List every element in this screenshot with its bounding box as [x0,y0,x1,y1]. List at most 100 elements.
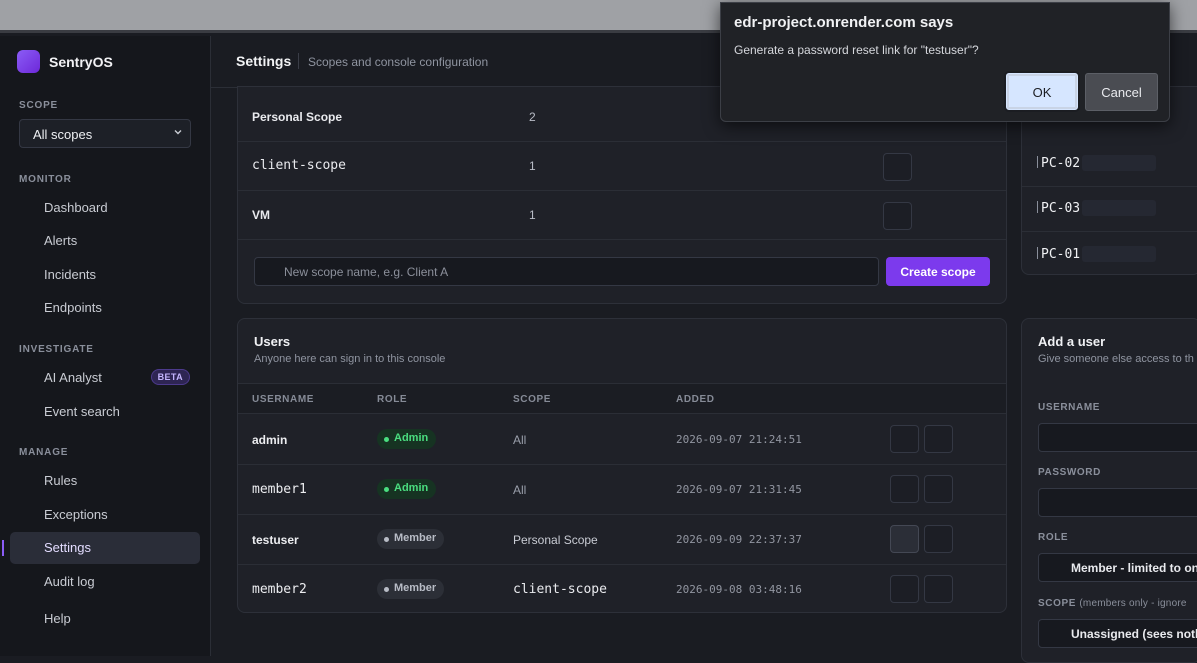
username-cell: testuser [252,533,299,547]
cancel-button[interactable]: Cancel [1085,73,1158,111]
host-detail [1082,200,1156,216]
scope-select[interactable]: All scopes [19,119,191,148]
row-marker [1037,201,1038,213]
col-username: USERNAME [252,394,315,405]
table-row: member2 Member client-scope 2026-09-08 0… [238,565,1006,612]
role-badge: Admin [377,429,437,449]
scope-cell: Personal Scope [513,533,598,547]
scope-name: Personal Scope [252,110,343,124]
username-label: USERNAME [1038,402,1101,413]
host-detail [1082,246,1156,262]
role-badge: Member [377,529,445,549]
scope-row: client-scope 1 [238,142,1006,191]
role-badge: Admin [377,479,437,499]
sidebar-item-help[interactable]: Help [10,603,200,635]
scope-count: 2 [529,110,536,124]
scope-count: 1 [529,208,536,222]
username-cell: member1 [252,482,307,497]
added-cell: 2026-09-07 21:24:51 [676,433,802,446]
added-cell: 2026-09-07 21:31:45 [676,483,802,496]
delete-user-button[interactable] [924,575,953,603]
delete-scope-button[interactable] [883,153,912,181]
added-cell: 2026-09-09 22:37:37 [676,533,802,546]
dialog-message: Generate a password reset link for "test… [734,43,979,57]
logo-icon [17,50,40,73]
col-scope: SCOPE [513,394,552,405]
sidebar-item-endpoints[interactable]: Endpoints [10,292,200,324]
col-added: ADDED [676,394,715,405]
password-field[interactable] [1038,488,1197,517]
ok-button[interactable]: OK [1004,71,1080,112]
users-table-header: USERNAME ROLE SCOPE ADDED [238,383,1006,414]
add-user-card: Add a user Give someone else access to t… [1021,318,1197,663]
dialog-title: edr-project.onrender.com says [734,14,954,31]
delete-user-button[interactable] [924,475,953,503]
scope-count: 1 [529,159,536,173]
reset-password-button[interactable] [890,425,919,453]
sidebar-item-settings[interactable]: Settings [2,532,200,564]
users-card: Users Anyone here can sign in to this co… [237,318,1007,613]
scope-select-value: All scopes [33,127,93,142]
password-label: PASSWORD [1038,467,1101,478]
scope-field-hint: (members only - ignore [1079,598,1187,609]
reset-password-button[interactable] [890,475,919,503]
scope-cell: All [513,433,527,447]
scope-row: VM 1 [238,191,1006,240]
scope-name: VM [252,208,270,222]
row-marker [1037,156,1038,168]
sidebar-item-dashboard[interactable]: Dashboard [10,192,200,224]
scope-field-label-text: SCOPE [1038,598,1077,609]
role-badge: Member [377,579,445,599]
scope-select-field[interactable]: Unassigned (sees noth [1038,619,1197,648]
section-monitor: MONITOR [19,174,72,185]
added-cell: 2026-09-08 03:48:16 [676,583,802,596]
scope-name: client-scope [252,158,346,173]
users-subtitle: Anyone here can sign in to this console [254,353,446,365]
scope-cell: All [513,483,527,497]
chevron-down-icon [174,130,182,135]
sidebar-item-alerts[interactable]: Alerts [10,225,200,257]
reset-password-button[interactable] [890,575,919,603]
header-divider [298,53,299,69]
sidebar-item-label: AI Analyst [44,370,102,385]
beta-badge: BETA [150,369,190,385]
app-name: SentryOS [49,53,113,70]
reset-password-button[interactable] [890,525,919,553]
create-scope-button[interactable]: Create scope [886,257,990,286]
add-user-title: Add a user [1038,334,1106,349]
section-investigate: INVESTIGATE [19,344,94,355]
row-marker [1037,247,1038,259]
sidebar-item-rules[interactable]: Rules [10,465,200,497]
delete-user-button[interactable] [924,425,953,453]
host-name: PC-01 [1041,247,1081,262]
page-subtitle: Scopes and console configuration [308,55,489,69]
add-user-subtitle: Give someone else access to th [1038,353,1194,365]
username-field[interactable] [1038,423,1197,452]
sidebar: SentryOS SCOPE All scopes MONITOR Dashbo… [0,36,211,656]
users-title: Users [254,334,291,349]
host-name: PC-02 [1041,156,1081,171]
sidebar-item-incidents[interactable]: Incidents [10,259,200,291]
scope-label: SCOPE [19,100,59,111]
new-scope-input[interactable]: New scope name, e.g. Client A [254,257,879,286]
host-detail [1082,155,1156,171]
role-label: ROLE [1038,532,1069,543]
col-role: ROLE [377,394,408,405]
sidebar-item-audit-log[interactable]: Audit log [10,566,200,598]
role-select[interactable]: Member - limited to on [1038,553,1197,582]
sidebar-item-ai-analyst[interactable]: AI Analyst BETA [10,362,200,394]
list-item: PC-01 [1022,232,1197,274]
sidebar-item-event-search[interactable]: Event search [10,396,200,428]
page-title: Settings [236,53,292,69]
delete-scope-button[interactable] [883,202,912,230]
scope-field-label: SCOPE (members only - ignore [1038,598,1187,609]
table-row: admin Admin All 2026-09-07 21:24:51 [238,415,1006,465]
brand[interactable]: SentryOS [17,50,113,73]
host-name: PC-03 [1041,201,1081,216]
scope-cell: client-scope [513,582,607,597]
username-cell: admin [252,433,288,447]
delete-user-button[interactable] [924,525,953,553]
sidebar-item-exceptions[interactable]: Exceptions [10,499,200,531]
confirm-dialog: edr-project.onrender.com says Generate a… [720,2,1170,122]
table-row: testuser Member Personal Scope 2026-09-0… [238,515,1006,565]
